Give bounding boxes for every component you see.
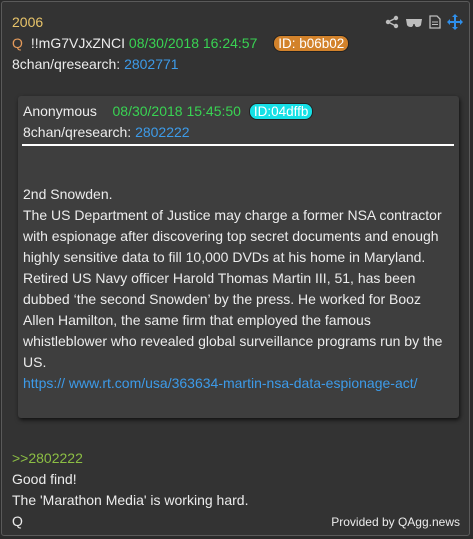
quoted-body: 2nd Snowden. The US Department of Justic… [23, 184, 451, 394]
tripcode: !!mG7VJxZNCI [30, 35, 126, 51]
post-id-badge: ID: b06b02 [273, 35, 350, 52]
quoted-author: Anonymous [23, 103, 97, 119]
quoted-header: Anonymous 08/30/2018 15:45:50 ID:04dffb [23, 103, 314, 120]
glasses-icon[interactable] [405, 16, 423, 28]
board-line: 8chan/qresearch: 2802771 [12, 56, 179, 72]
post-header: Q !!mG7VJxZNCI 08/30/2018 16:24:57 ID: b0… [12, 35, 350, 52]
document-icon[interactable] [429, 15, 441, 29]
board-name: 8chan/qresearch: [12, 56, 121, 72]
divider [22, 144, 454, 146]
quoted-url[interactable]: https:// www.rt.com/usa/363634-martin-ns… [23, 373, 451, 394]
quoted-post-link[interactable]: 2802222 [135, 124, 190, 140]
quoted-timestamp: 08/30/2018 15:45:50 [112, 103, 241, 119]
post-toolbar [385, 14, 463, 30]
q-label: Q [12, 35, 23, 51]
post-number: 2006 [12, 14, 44, 30]
quoted-post: Anonymous 08/30/2018 15:45:50 ID:04dffb … [18, 96, 459, 418]
footer-credit: Provided by QAgg.news [331, 515, 460, 529]
quoted-board-name: 8chan/qresearch: [23, 124, 132, 140]
post-link[interactable]: 2802771 [124, 56, 179, 72]
quoted-board-line: 8chan/qresearch: 2802222 [23, 124, 190, 140]
post-timestamp: 08/30/2018 16:24:57 [128, 35, 258, 51]
quoted-id-badge: ID:04dffb [248, 103, 314, 120]
quoted-text: 2nd Snowden. The US Department of Justic… [23, 186, 443, 370]
reply-line-1: Good find! [12, 471, 77, 487]
share-icon[interactable] [385, 15, 399, 29]
post-card: 2006 Q !!mG7VJxZNCI 08/30/2018 16:24:57 I… [1, 1, 470, 536]
reply-line-2: The 'Marathon Media' is working hard. [12, 492, 249, 508]
move-icon[interactable] [447, 14, 463, 30]
reply-ref-link[interactable]: >>2802222 [12, 448, 452, 469]
